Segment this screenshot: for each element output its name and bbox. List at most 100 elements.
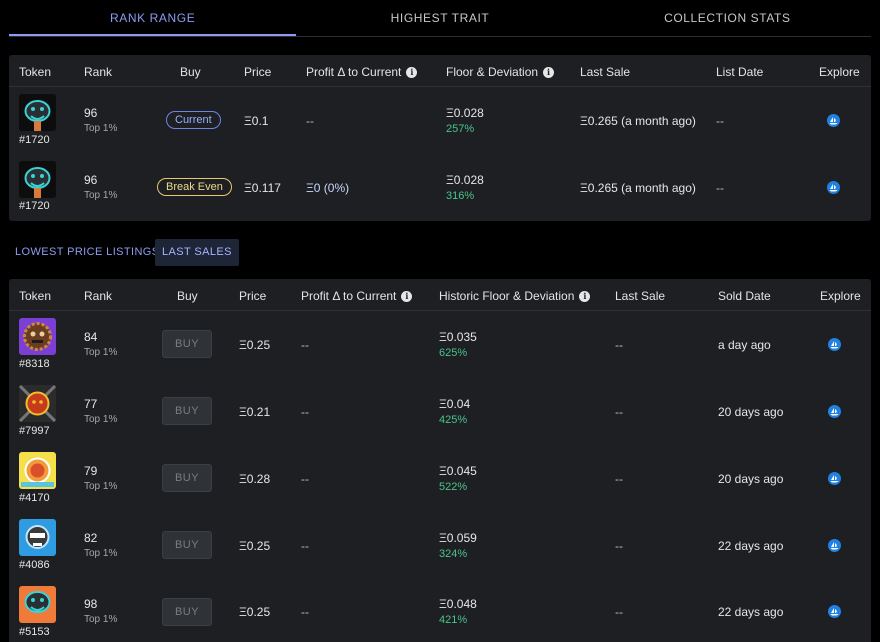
sold-date: a day ago bbox=[718, 338, 771, 352]
tab-lowest-price-listings[interactable]: LOWEST PRICE LISTINGS bbox=[15, 239, 160, 266]
token-id[interactable]: #8318 bbox=[19, 358, 50, 370]
table-row: #4086 82 Top 1% BUY Ξ0.25 -- Ξ0.059 324%… bbox=[9, 512, 871, 579]
price: Ξ0.25 bbox=[239, 539, 271, 553]
floor-deviation: 421% bbox=[439, 614, 468, 626]
header-token: Token bbox=[19, 65, 52, 79]
profit: -- bbox=[301, 605, 309, 619]
token-id[interactable]: #5153 bbox=[19, 626, 50, 638]
last-sale: -- bbox=[615, 539, 623, 553]
buy-button[interactable]: BUY bbox=[162, 598, 212, 626]
header-buy: Buy bbox=[177, 289, 198, 303]
token-thumbnail[interactable] bbox=[19, 94, 56, 131]
rank-value: 84 bbox=[84, 330, 98, 344]
buy-button[interactable]: BUY bbox=[162, 330, 212, 358]
rank-value: 98 bbox=[84, 597, 98, 611]
rank-value: 79 bbox=[84, 464, 98, 478]
price: Ξ0.28 bbox=[239, 472, 271, 486]
last-sales-table: Token Rank Buy Price Profit Δ to Current… bbox=[9, 279, 871, 642]
token-thumbnail[interactable] bbox=[19, 161, 56, 198]
rank-value: 96 bbox=[84, 106, 98, 120]
header-rank: Rank bbox=[84, 65, 113, 79]
tab-last-sales[interactable]: LAST SALES bbox=[155, 239, 239, 266]
rank-value: 77 bbox=[84, 397, 98, 411]
header-profit: Profit Δ to Current i bbox=[306, 65, 418, 79]
rank-value: 96 bbox=[84, 173, 98, 187]
token-thumbnail[interactable] bbox=[19, 519, 56, 556]
token-id[interactable]: #4086 bbox=[19, 559, 50, 571]
last-sale: -- bbox=[615, 338, 623, 352]
header-floor: Floor & Deviation i bbox=[446, 65, 555, 79]
opensea-icon[interactable] bbox=[828, 472, 841, 485]
profit: -- bbox=[301, 472, 309, 486]
table-header: Token Rank Buy Price Profit Δ to Current… bbox=[9, 279, 871, 311]
opensea-icon[interactable] bbox=[828, 605, 841, 618]
opensea-icon[interactable] bbox=[828, 405, 841, 418]
historic-floor-price: Ξ0.035 bbox=[439, 330, 477, 344]
floor-price: Ξ0.028 bbox=[446, 106, 484, 120]
sold-date: 22 days ago bbox=[718, 539, 784, 553]
table-row: #8318 84 Top 1% BUY Ξ0.25 -- Ξ0.035 625%… bbox=[9, 311, 871, 378]
header-token: Token bbox=[19, 289, 52, 303]
historic-floor-price: Ξ0.04 bbox=[439, 397, 471, 411]
token-id[interactable]: #1720 bbox=[19, 200, 50, 212]
rank-percentile: Top 1% bbox=[84, 548, 118, 559]
historic-floor-price: Ξ0.059 bbox=[439, 531, 477, 545]
table-row: #1720 96 Top 1% Break Even Ξ0.117 Ξ0 (0%… bbox=[9, 154, 871, 221]
top-tab-bar: RANK RANGE HIGHEST TRAIT COLLECTION STAT… bbox=[9, 0, 871, 37]
header-floor-label: Floor & Deviation bbox=[446, 65, 539, 79]
price: Ξ0.117 bbox=[244, 181, 281, 195]
tab-highest-trait[interactable]: HIGHEST TRAIT bbox=[296, 0, 583, 36]
last-sale: -- bbox=[615, 405, 623, 419]
header-price: Price bbox=[239, 289, 267, 303]
token-id[interactable]: #1720 bbox=[19, 134, 50, 146]
header-list-date: List Date bbox=[716, 65, 764, 79]
tab-collection-stats[interactable]: COLLECTION STATS bbox=[584, 0, 871, 36]
header-profit: Profit Δ to Current i bbox=[301, 289, 413, 303]
profit: -- bbox=[301, 405, 309, 419]
info-icon[interactable]: i bbox=[579, 290, 591, 302]
rank-percentile: Top 1% bbox=[84, 123, 118, 134]
opensea-icon[interactable] bbox=[827, 181, 840, 194]
table-row: #5153 98 Top 1% BUY Ξ0.25 -- Ξ0.048 421%… bbox=[9, 579, 871, 642]
token-thumbnail[interactable] bbox=[19, 385, 56, 422]
rank-percentile: Top 1% bbox=[84, 414, 118, 425]
historic-floor-price: Ξ0.045 bbox=[439, 464, 477, 478]
token-thumbnail[interactable] bbox=[19, 318, 56, 355]
rank-percentile: Top 1% bbox=[84, 614, 118, 625]
current-badge[interactable]: Current bbox=[166, 111, 221, 129]
opensea-icon[interactable] bbox=[828, 338, 841, 351]
header-last-sale: Last Sale bbox=[580, 65, 631, 79]
last-sale: Ξ0.265 (a month ago) bbox=[580, 181, 696, 195]
opensea-icon[interactable] bbox=[827, 114, 840, 127]
rank-percentile: Top 1% bbox=[84, 347, 118, 358]
header-buy: Buy bbox=[180, 65, 201, 79]
price: Ξ0.21 bbox=[239, 405, 271, 419]
buy-button[interactable]: BUY bbox=[162, 397, 212, 425]
token-thumbnail[interactable] bbox=[19, 452, 56, 489]
sold-date: 20 days ago bbox=[718, 405, 784, 419]
token-id[interactable]: #7997 bbox=[19, 425, 50, 437]
info-icon[interactable]: i bbox=[406, 66, 418, 78]
header-explore: Explore bbox=[820, 289, 861, 303]
profit: -- bbox=[306, 114, 314, 128]
list-date: -- bbox=[716, 114, 724, 128]
header-price: Price bbox=[244, 65, 272, 79]
info-icon[interactable]: i bbox=[543, 66, 555, 78]
header-rank: Rank bbox=[84, 289, 113, 303]
info-icon[interactable]: i bbox=[401, 290, 413, 302]
buy-button[interactable]: BUY bbox=[162, 464, 212, 492]
token-id[interactable]: #4170 bbox=[19, 492, 50, 504]
floor-deviation: 625% bbox=[439, 347, 468, 359]
opensea-icon[interactable] bbox=[828, 539, 841, 552]
floor-deviation: 316% bbox=[446, 190, 475, 202]
header-profit-label: Profit Δ to Current bbox=[306, 65, 402, 79]
floor-deviation: 324% bbox=[439, 548, 468, 560]
break-even-badge[interactable]: Break Even bbox=[157, 178, 232, 196]
rank-percentile: Top 1% bbox=[84, 481, 118, 492]
table-row: #7997 77 Top 1% BUY Ξ0.21 -- Ξ0.04 425% … bbox=[9, 378, 871, 445]
last-sale: Ξ0.265 (a month ago) bbox=[580, 114, 696, 128]
token-thumbnail[interactable] bbox=[19, 586, 56, 623]
floor-deviation: 257% bbox=[446, 123, 475, 135]
buy-button[interactable]: BUY bbox=[162, 531, 212, 559]
tab-rank-range[interactable]: RANK RANGE bbox=[9, 0, 297, 36]
